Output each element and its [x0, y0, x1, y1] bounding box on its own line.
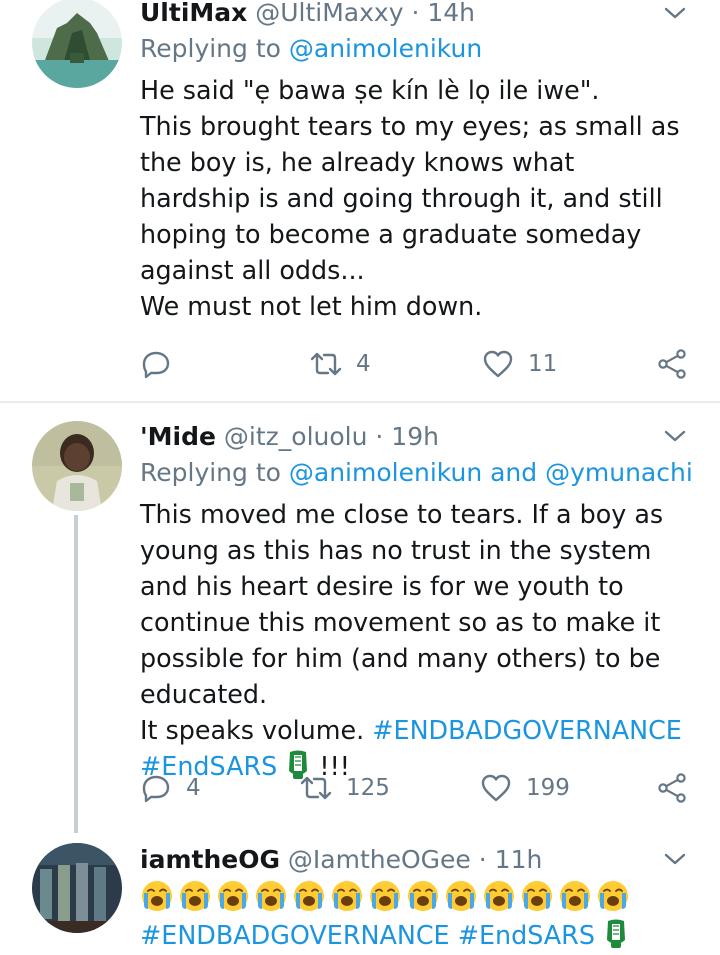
- like-button[interactable]: 199: [480, 770, 570, 806]
- heart-icon: [483, 350, 513, 378]
- heart-icon: [481, 774, 511, 802]
- display-name[interactable]: UltiMax: [140, 0, 247, 27]
- tweet-header: UltiMax @UltiMaxxy · 14h: [140, 0, 690, 28]
- replying-prefix: Replying to: [140, 34, 289, 63]
- tweet-actions: 4 125 199: [140, 770, 700, 806]
- share-button[interactable]: [656, 770, 688, 806]
- share-icon: [658, 773, 686, 803]
- loudly-crying-face-icon: [180, 881, 210, 911]
- loudly-crying-face-icon: [370, 881, 400, 911]
- tweet-iamtheog[interactable]: iamtheOG @IamtheOGee · 11h #ENDBADGOVERN…: [0, 840, 720, 955]
- replying-to: Replying to @animolenikun: [140, 34, 690, 64]
- hashtag-link[interactable]: #EndSARS: [458, 920, 595, 950]
- loudly-crying-face-icon: [142, 881, 172, 911]
- handle[interactable]: @itz_oluolu: [224, 422, 368, 451]
- tweet-text: This moved me close to tears. If a boy a…: [140, 496, 690, 784]
- avatar[interactable]: [32, 421, 122, 511]
- loudly-crying-face-icon: [522, 881, 552, 911]
- tweet-actions: 4 11: [140, 346, 700, 382]
- replying-to: Replying to @animolenikun and @ymunachi: [140, 458, 693, 488]
- tweet-line: This brought tears to my eyes; as small …: [140, 111, 680, 285]
- loudly-crying-face-icon: [598, 881, 628, 911]
- replying-prefix: Replying to: [140, 458, 289, 487]
- tweet-line: We must not let him down.: [140, 291, 483, 321]
- tweet-ultimax[interactable]: UltiMax @UltiMaxxy · 14h Replying to @an…: [0, 0, 720, 400]
- endsars-fist-icon: [607, 919, 626, 948]
- loudly-crying-face-icon: [332, 881, 362, 911]
- emoji-row: [140, 879, 690, 917]
- loudly-crying-face-icon: [256, 881, 286, 911]
- reply-icon: [142, 775, 170, 803]
- handle[interactable]: @UltiMaxxy: [255, 0, 403, 27]
- reply-count: 4: [186, 775, 201, 801]
- display-name[interactable]: 'Mide: [140, 422, 216, 451]
- retweet-count: 4: [356, 351, 371, 377]
- timestamp[interactable]: · 11h: [479, 845, 543, 874]
- reply-button[interactable]: 4: [140, 770, 201, 806]
- handle[interactable]: @IamtheOGee: [288, 845, 471, 874]
- tweet-mide[interactable]: 'Mide @itz_oluolu · 19h Replying to @ani…: [0, 403, 720, 833]
- retweet-icon: [300, 776, 332, 800]
- mention-link[interactable]: @animolenikun: [289, 34, 482, 63]
- mention-link[interactable]: @animolenikun and @ymunachi: [289, 458, 693, 487]
- loudly-crying-face-icon: [560, 881, 590, 911]
- tweet-line: This moved me close to tears. If a boy a…: [140, 499, 664, 709]
- timestamp[interactable]: · 19h: [375, 422, 439, 451]
- tweet-header: iamtheOG @IamtheOGee · 11h: [140, 845, 690, 875]
- avatar[interactable]: [32, 843, 122, 933]
- thread-line: [74, 515, 78, 833]
- loudly-crying-face-icon: [294, 881, 324, 911]
- like-button[interactable]: 11: [482, 346, 557, 382]
- tweet-line: He said "ẹ bawa ṣe kín lè lọ ile iwe".: [140, 75, 600, 105]
- reply-icon: [142, 351, 170, 379]
- loudly-crying-face-icon: [484, 881, 514, 911]
- retweet-button[interactable]: 4: [310, 346, 371, 382]
- share-icon: [658, 349, 686, 379]
- tweet-line: #ENDBADGOVERNANCE #EndSARS: [140, 917, 690, 953]
- tweet-text: He said "ẹ bawa ṣe kín lè lọ ile iwe". T…: [140, 72, 690, 324]
- reply-button[interactable]: [140, 346, 172, 382]
- tweet-header: 'Mide @itz_oluolu · 19h: [140, 422, 690, 452]
- display-name[interactable]: iamtheOG: [140, 845, 280, 874]
- like-count: 199: [526, 775, 570, 801]
- avatar[interactable]: [32, 0, 122, 88]
- loudly-crying-face-icon: [446, 881, 476, 911]
- tweet-line: It speaks volume. #ENDBADGOVERNANCE: [140, 712, 690, 748]
- tweet-line-text: It speaks volume.: [140, 715, 373, 745]
- retweet-icon: [310, 352, 342, 376]
- loudly-crying-face-icon: [218, 881, 248, 911]
- retweet-button[interactable]: 125: [300, 770, 390, 806]
- like-count: 11: [528, 351, 558, 377]
- timestamp[interactable]: · 14h: [411, 0, 475, 27]
- hashtag-link[interactable]: #ENDBADGOVERNANCE: [140, 920, 450, 950]
- loudly-crying-face-icon: [408, 881, 438, 911]
- retweet-count: 125: [346, 775, 390, 801]
- hashtag-link[interactable]: #ENDBADGOVERNANCE: [372, 715, 682, 745]
- share-button[interactable]: [656, 346, 688, 382]
- tweet-text: #ENDBADGOVERNANCE #EndSARS: [140, 917, 690, 953]
